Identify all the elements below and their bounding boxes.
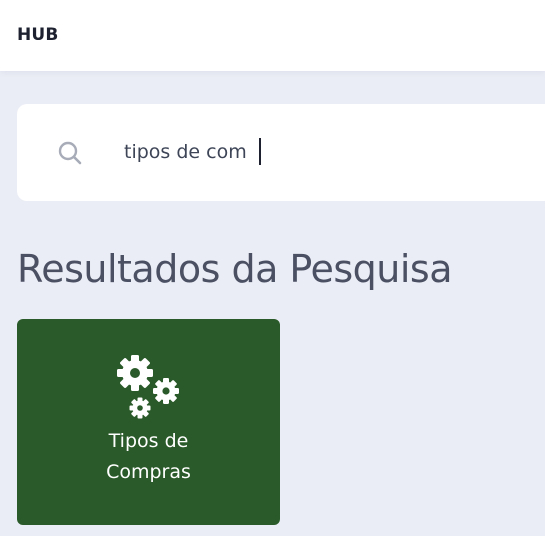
top-bar: HUB bbox=[0, 0, 545, 71]
search-bar bbox=[17, 104, 545, 201]
results-title: Resultados da Pesquisa bbox=[17, 247, 453, 291]
result-card-label-line2: Compras bbox=[106, 461, 191, 483]
result-card-label: Tipos de Compras bbox=[17, 426, 280, 488]
gears-icon bbox=[117, 355, 179, 419]
search-icon[interactable] bbox=[57, 140, 83, 166]
result-card-label-line1: Tipos de bbox=[108, 430, 189, 452]
result-card-tipos-de-compras[interactable]: Tipos de Compras bbox=[17, 319, 280, 525]
brand-logo-text[interactable]: HUB bbox=[17, 24, 59, 46]
text-cursor bbox=[259, 138, 261, 165]
search-input[interactable] bbox=[124, 137, 524, 167]
